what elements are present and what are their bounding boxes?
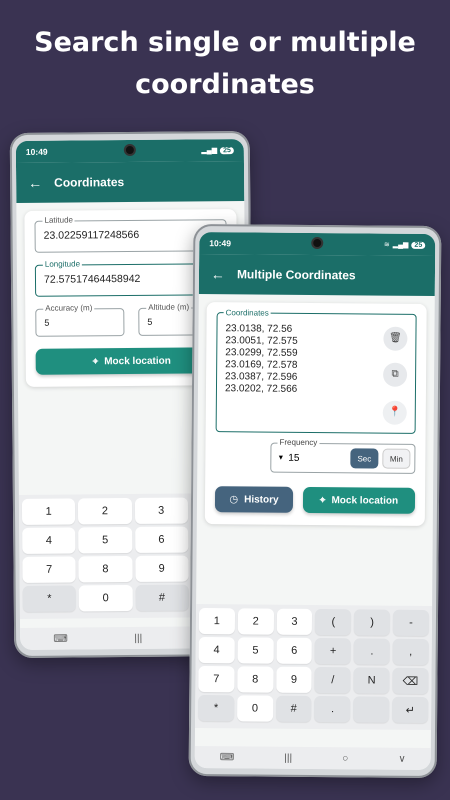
key[interactable]: (	[315, 609, 352, 636]
key[interactable]: -	[392, 609, 430, 636]
headline: Search single or multiple coordinates	[0, 22, 450, 106]
delete-icon[interactable]: 🗑	[383, 326, 408, 351]
frequency-value: 15	[288, 452, 300, 464]
key[interactable]: 4	[198, 636, 235, 664]
clock-icon: ◷	[229, 493, 239, 505]
recents-icon[interactable]: |||	[134, 632, 142, 643]
app-bar: ← Coordinates	[15, 161, 245, 204]
key[interactable]: 6	[134, 526, 189, 553]
phone-multiple-screen: 10:49 ≋ ▂▄▆ 25 ← Multiple Coordinates Co…	[194, 231, 436, 771]
altitude-value: 5	[147, 316, 153, 327]
action-buttons: ◷ History ⌖ Mock location	[214, 486, 416, 514]
signal-icon: ▂▄▆	[201, 147, 218, 155]
key[interactable]: 2	[78, 498, 132, 525]
unit-seconds-toggle[interactable]: Sec	[350, 448, 379, 469]
key[interactable]: 4	[22, 527, 76, 554]
key[interactable]: 5	[78, 527, 132, 554]
signal-icon: ▂▄▆	[392, 241, 409, 249]
mock-location-label: Mock location	[104, 355, 171, 367]
key[interactable]: 7	[22, 556, 76, 583]
key[interactable]: 1	[198, 607, 235, 635]
status-time: 10:49	[25, 146, 48, 157]
dropdown-arrow-icon[interactable]: ▼	[277, 454, 284, 461]
frequency-field[interactable]: Frequency ▼ 15 Sec Min	[270, 437, 416, 474]
key[interactable]: 5	[237, 637, 274, 664]
battery-icon: 25	[411, 241, 426, 249]
map-pin-icon[interactable]: 📍	[382, 400, 407, 425]
key[interactable]: 8	[237, 666, 274, 693]
multiple-coordinates-form: Coordinates 23.0138, 72.56 23.0051, 72.5…	[204, 302, 427, 526]
status-bar: 10:49 ≋ ▂▄▆ 25	[199, 231, 436, 257]
backspace-key[interactable]: ⌫	[392, 667, 429, 694]
key[interactable]: 9	[134, 555, 189, 582]
location-pin-icon: ⌖	[92, 355, 99, 367]
mock-location-label: Mock location	[331, 494, 399, 507]
key[interactable]: 7	[198, 665, 235, 693]
accuracy-label: Accuracy (m)	[43, 303, 95, 313]
key[interactable]: +	[315, 638, 352, 665]
copy-icon[interactable]: ⧉	[383, 362, 408, 387]
key[interactable]: ,	[392, 638, 429, 665]
app-bar: ← Multiple Coordinates	[198, 253, 436, 297]
back-nav-icon[interactable]: ∨	[398, 753, 405, 764]
key[interactable]: 1	[21, 498, 76, 525]
key[interactable]: 9	[275, 666, 313, 693]
key[interactable]: 3	[276, 608, 313, 635]
history-button[interactable]: ◷ History	[214, 486, 294, 513]
key[interactable]: #	[135, 584, 189, 611]
back-arrow-icon[interactable]: ←	[28, 175, 54, 191]
key[interactable]: )	[354, 609, 391, 636]
headline-line-2: coordinates	[135, 69, 315, 100]
key[interactable]: .	[353, 638, 390, 665]
key[interactable]: 0	[236, 695, 273, 722]
location-pin-icon: ⌖	[319, 494, 326, 506]
key[interactable]: /	[314, 667, 351, 694]
status-icons: ≋ ▂▄▆ 25	[383, 241, 426, 249]
key[interactable]: 0	[78, 585, 133, 612]
key[interactable]: 3	[134, 497, 188, 524]
accuracy-field[interactable]: Accuracy (m) 5	[35, 303, 125, 337]
back-arrow-icon[interactable]: ←	[211, 266, 237, 282]
battery-icon: 25	[220, 146, 234, 154]
latitude-value: 23.02259117248566	[43, 228, 140, 242]
home-icon[interactable]: ○	[342, 753, 348, 764]
unit-minutes-toggle[interactable]: Min	[382, 448, 411, 469]
key[interactable]: 2	[237, 608, 274, 635]
system-nav-bar: ⌨ ||| ○ ∨	[194, 745, 431, 771]
phone-multiple: 10:49 ≋ ▂▄▆ 25 ← Multiple Coordinates Co…	[188, 223, 442, 779]
status-bar: 10:49 ▂▄▆ 25	[15, 139, 244, 164]
camera-cutout	[123, 143, 136, 157]
wifi-icon: ≋	[383, 241, 390, 249]
status-time: 10:49	[209, 238, 232, 249]
keyboard-icon[interactable]: ⌨	[53, 633, 68, 644]
coordinates-textarea[interactable]: Coordinates 23.0138, 72.56 23.0051, 72.5…	[215, 307, 417, 434]
mock-location-button[interactable]: ⌖ Mock location	[302, 486, 416, 514]
enter-key[interactable]: ↵	[392, 696, 429, 723]
key[interactable]: .	[314, 696, 351, 723]
status-icons: ▂▄▆ 25	[201, 146, 234, 154]
longitude-label: Longitude	[42, 259, 83, 269]
history-label: History	[244, 493, 279, 506]
camera-cutout	[311, 236, 324, 250]
headline-line-1: Search single or multiple	[34, 27, 416, 58]
keyboard-icon[interactable]: ⌨	[220, 752, 235, 763]
accuracy-value: 5	[44, 317, 50, 328]
key[interactable]: #	[275, 695, 312, 722]
coordinate-line: 23.0202, 72.566	[224, 383, 298, 395]
latitude-label: Latitude	[42, 215, 75, 225]
numeric-keypad: 1 2 3() - 4 5 6 +., 7 8 9/N ⌫ * 0 #. ↵	[195, 603, 433, 731]
key[interactable]: 8	[78, 556, 133, 583]
key[interactable]: N	[353, 667, 390, 694]
key[interactable]: *	[198, 694, 235, 722]
altitude-label: Altitude (m)	[146, 302, 192, 312]
page-title: Multiple Coordinates	[236, 267, 356, 283]
space-key[interactable]	[353, 696, 390, 723]
frequency-label: Frequency	[277, 437, 320, 448]
coordinates-label: Coordinates	[223, 307, 271, 320]
key[interactable]: 6	[276, 637, 313, 664]
longitude-value: 72.57517464458942	[43, 272, 141, 286]
recents-icon[interactable]: |||	[284, 752, 292, 763]
key[interactable]: *	[22, 585, 77, 612]
page-title: Coordinates	[54, 175, 125, 190]
